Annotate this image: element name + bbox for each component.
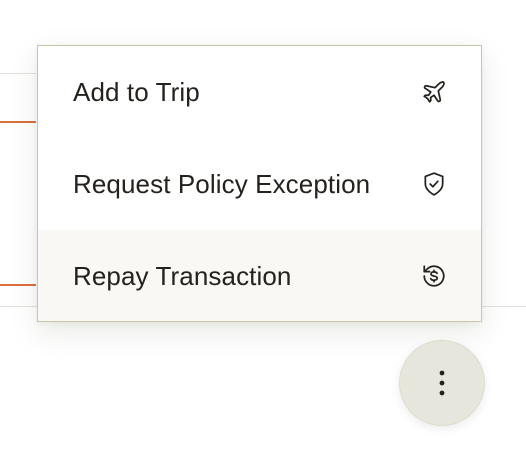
menu-item-request-policy-exception[interactable]: Request Policy Exception	[38, 138, 481, 230]
menu-item-label: Request Policy Exception	[73, 168, 371, 199]
repay-dollar-icon	[421, 263, 447, 289]
menu-item-add-to-trip[interactable]: Add to Trip	[38, 46, 481, 138]
more-actions-button[interactable]	[399, 340, 485, 426]
actions-dropdown-menu: Add to Trip Request Policy Exception Rep…	[37, 45, 482, 322]
app-viewport: Add to Trip Request Policy Exception Rep…	[0, 0, 526, 450]
more-vertical-icon	[439, 370, 445, 396]
airplane-icon	[421, 79, 447, 105]
background-accent-line	[0, 121, 36, 123]
menu-item-label: Add to Trip	[73, 76, 200, 107]
background-divider	[0, 73, 36, 74]
menu-item-repay-transaction[interactable]: Repay Transaction	[38, 230, 481, 321]
menu-item-label: Repay Transaction	[73, 260, 292, 291]
background-accent-line	[0, 284, 36, 286]
shield-check-icon	[421, 171, 447, 197]
